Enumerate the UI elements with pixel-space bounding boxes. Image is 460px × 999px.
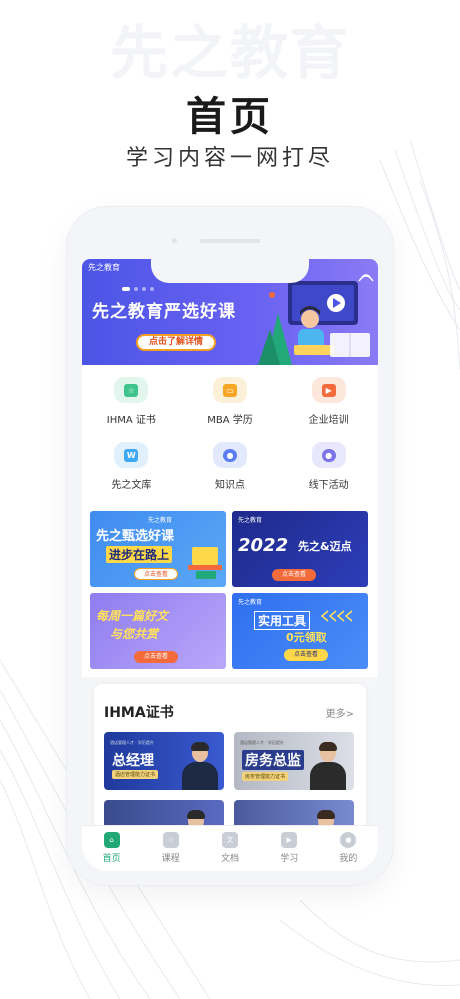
promo-view-button[interactable]: 点击查看	[134, 651, 178, 663]
banner-headline: 先之教育严选好课	[92, 302, 236, 322]
study-icon: ▶	[281, 832, 298, 848]
course-icon: ☆	[162, 832, 179, 848]
entry-library[interactable]: W 先之文库	[82, 442, 181, 491]
activity-icon: ●	[311, 442, 346, 468]
card-note: 酒店管理人才 · 学历提升	[110, 740, 154, 745]
promo-title: 实用工具	[254, 611, 311, 630]
instructor-photo	[180, 740, 220, 790]
promo-subtitle: 0元领取	[286, 631, 327, 644]
promo-view-button[interactable]: 点击查看	[134, 568, 178, 580]
promo-title: 每周一篇好文	[96, 609, 169, 623]
tab-profile[interactable]: ● 我的	[319, 826, 378, 871]
more-link[interactable]: 更多>	[326, 705, 354, 720]
tab-label: 学习	[280, 854, 299, 864]
library-icon: W	[114, 442, 149, 468]
banner-illustration	[258, 274, 374, 365]
section-title: IHMA证书	[104, 705, 174, 721]
app-screen: 先之教育 先之教育严选好课 点击了解详情 ☆ IHMA 证书 ▭ MBA 学历 …	[82, 259, 378, 871]
card-title: 房务总监	[242, 750, 304, 770]
hero-title: 首页	[186, 94, 274, 140]
phone-notch	[151, 259, 309, 283]
tab-label: 我的	[339, 854, 358, 864]
promo-title: 先之甄选好课	[96, 529, 175, 544]
entry-label: 线下活动	[308, 480, 349, 491]
entry-label: MBA 学历	[207, 415, 253, 426]
quick-entry-grid: ☆ IHMA 证书 ▭ MBA 学历 ▶ 企业培训 W 先之文库 ● 知识点 ●…	[82, 377, 378, 491]
mba-icon: ▭	[212, 377, 247, 403]
knowledge-icon: ●	[212, 442, 247, 468]
brand-watermark: 先之教育	[109, 19, 350, 87]
carousel-dots	[122, 287, 154, 291]
entry-offline-activity[interactable]: ● 线下活动	[279, 442, 378, 491]
home-icon: ⌂	[103, 832, 120, 848]
promo-logo: 先之教育	[238, 517, 263, 524]
banner-brand: 先之教育	[88, 263, 120, 272]
tab-study[interactable]: ▶ 学习	[260, 826, 319, 871]
document-icon: 文	[222, 832, 238, 848]
certificate-icon: ☆	[114, 377, 149, 403]
tab-home[interactable]: ⌂ 首页	[82, 826, 141, 871]
entry-label: IHMA 证书	[106, 415, 156, 426]
promo-card-selected-courses[interactable]: 先之教育 先之甄选好课 进步在路上 点击查看	[90, 511, 226, 587]
camera-dot	[172, 238, 177, 243]
card-note: 酒店管理人才 · 学历提升	[240, 740, 284, 745]
entry-mba[interactable]: ▭ MBA 学历	[181, 377, 280, 426]
course-card-general-manager[interactable]: 酒店管理人才 · 学历提升 总经理 酒店管理能力证书	[104, 732, 224, 790]
training-icon: ▶	[311, 377, 346, 403]
promo-card-2022[interactable]: 先之教育 2022 先之&迈点 点击查看	[232, 511, 368, 587]
promo-card-tools[interactable]: 先之教育 实用工具 0元领取 点击查看	[232, 593, 368, 669]
profile-icon: ●	[340, 832, 357, 848]
promo-subtitle: 进步在路上	[106, 546, 173, 563]
entry-enterprise-training[interactable]: ▶ 企业培训	[279, 377, 378, 426]
entry-label: 知识点	[214, 480, 245, 491]
course-card-housekeeping-director[interactable]: 酒店管理人才 · 学历提升 房务总监 房务管理能力证书	[234, 732, 354, 790]
promo-title: 先之&迈点	[298, 540, 352, 553]
speaker-slot	[200, 239, 260, 243]
promo-year: 2022	[238, 535, 289, 556]
promo-logo: 先之教育	[148, 517, 173, 524]
promo-subtitle: 与您共赏	[110, 627, 159, 641]
phone-frame: 先之教育 先之教育严选好课 点击了解详情 ☆ IHMA 证书 ▭ MBA 学历 …	[67, 207, 393, 885]
promo-view-button[interactable]: 点击查看	[272, 569, 316, 581]
tab-label: 首页	[102, 854, 121, 864]
entry-ihma-certificate[interactable]: ☆ IHMA 证书	[82, 377, 181, 426]
promo-view-button[interactable]: 点击查看	[284, 649, 328, 661]
instructor-photo	[308, 740, 348, 790]
banner-detail-button[interactable]: 点击了解详情	[136, 334, 216, 351]
hero-subtitle: 学习内容一网打尽	[125, 146, 334, 171]
promo-card-weekly-article[interactable]: 每周一篇好文 与您共赏 点击查看	[90, 593, 226, 669]
bottom-tab-bar: ⌂ 首页 ☆ 课程 文 文档 ▶ 学习 ● 我的	[82, 825, 378, 871]
entry-label: 企业培训	[308, 415, 349, 426]
card-title: 总经理	[112, 753, 154, 769]
tab-course[interactable]: ☆ 课程	[141, 826, 200, 871]
card-tag: 房务管理能力证书	[242, 772, 289, 781]
tab-label: 文档	[221, 854, 240, 864]
laptop-illustration	[188, 547, 222, 579]
tab-document[interactable]: 文 文档	[200, 826, 259, 871]
chevrons-decoration	[320, 610, 353, 622]
entry-label: 先之文库	[111, 480, 152, 491]
promo-logo: 先之教育	[238, 599, 263, 606]
tab-label: 课程	[161, 854, 180, 864]
entry-knowledge[interactable]: ● 知识点	[181, 442, 280, 491]
card-tag: 酒店管理能力证书	[112, 770, 159, 779]
